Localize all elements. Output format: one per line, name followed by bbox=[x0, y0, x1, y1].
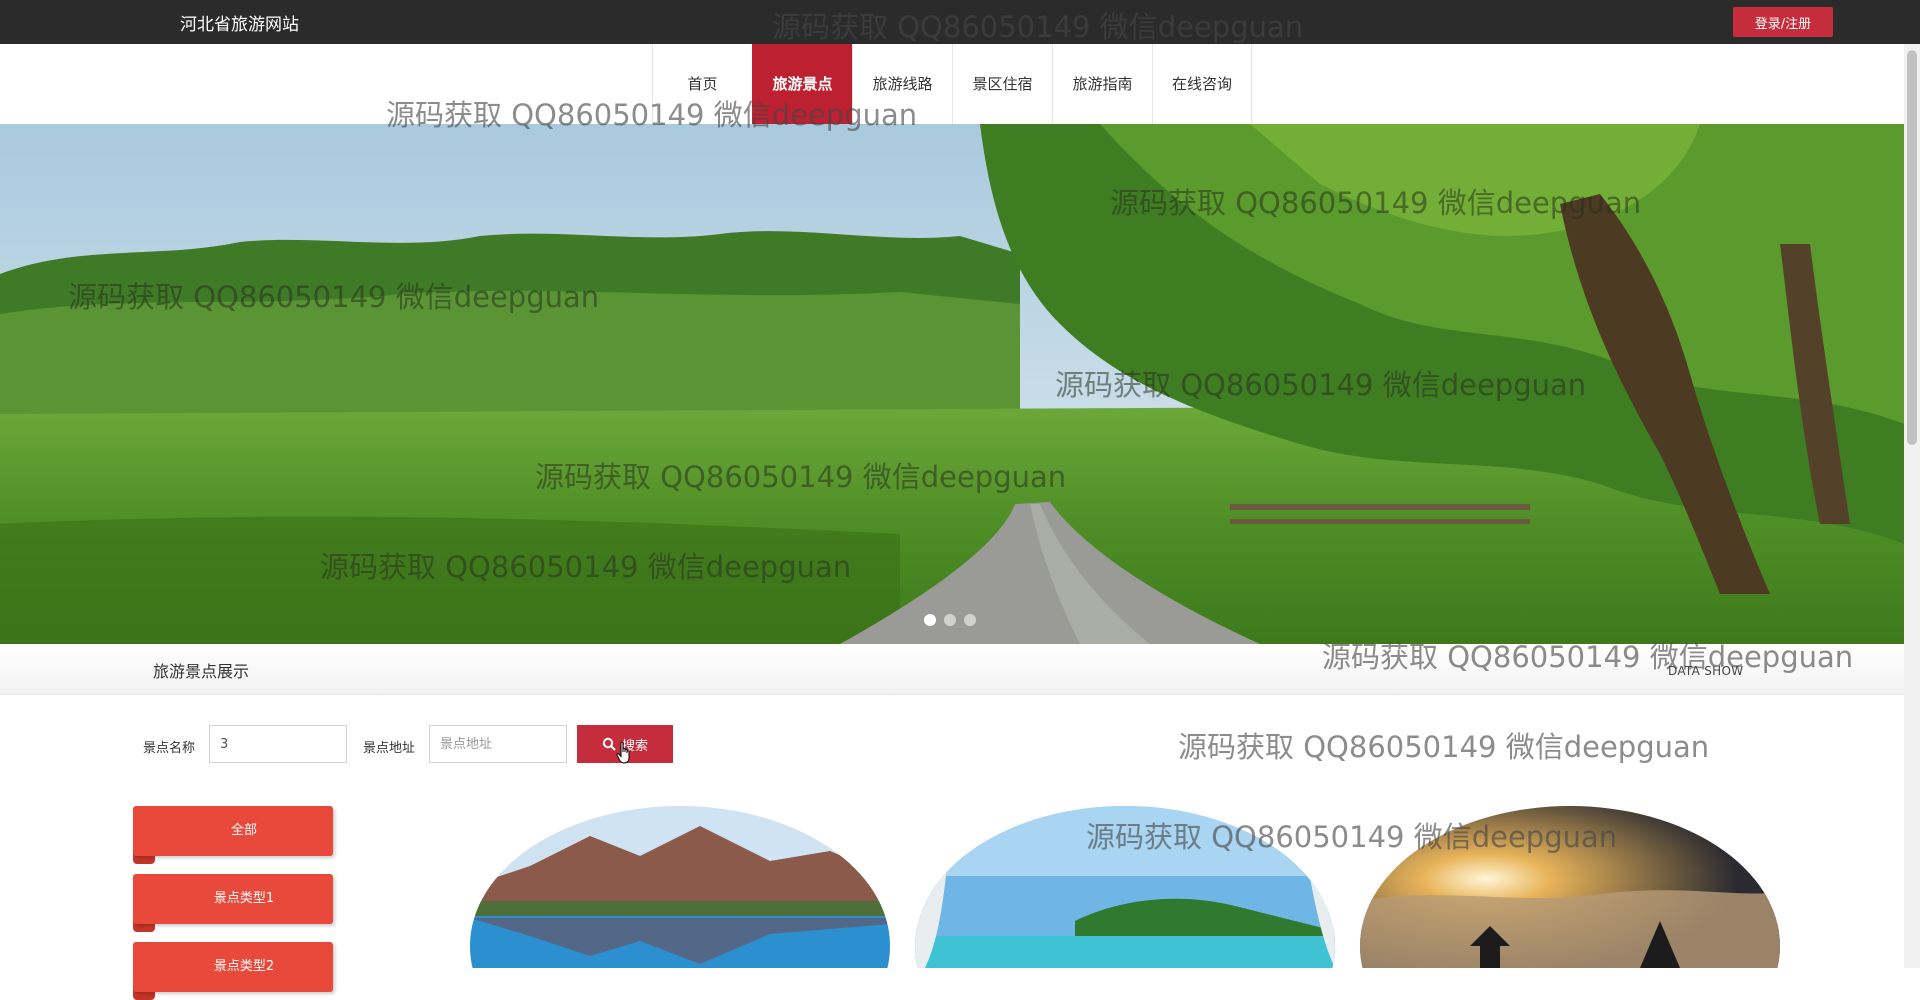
top-bar: 河北省旅游网站 登录/注册 bbox=[0, 0, 1920, 44]
nav-item-home[interactable]: 首页 bbox=[652, 44, 752, 124]
carousel-dot-1[interactable] bbox=[924, 614, 936, 626]
category-all[interactable]: 全部 bbox=[133, 806, 333, 864]
spot-image-sunrise bbox=[1360, 806, 1780, 968]
category-label: 景点类型2 bbox=[213, 959, 275, 974]
name-input[interactable] bbox=[209, 725, 347, 763]
scrollbar-thumb[interactable] bbox=[1907, 50, 1917, 445]
banner-carousel[interactable] bbox=[0, 124, 1904, 644]
spot-image-beach bbox=[915, 806, 1335, 968]
carousel-dot-3[interactable] bbox=[964, 614, 976, 626]
section-header: 旅游景点展示 DATA SHOW bbox=[0, 644, 1904, 695]
nav-item-consult[interactable]: 在线咨询 bbox=[1152, 44, 1252, 124]
nav-item-routes[interactable]: 旅游线路 bbox=[852, 44, 952, 124]
carousel-dot-2[interactable] bbox=[944, 614, 956, 626]
section-subtitle: DATA SHOW bbox=[1668, 664, 1744, 678]
main-nav: 首页 旅游景点 旅游线路 景区住宿 旅游指南 在线咨询 bbox=[652, 44, 1252, 124]
spot-image-lake bbox=[470, 806, 890, 968]
address-label: 景点地址 bbox=[363, 741, 416, 756]
nav-item-attractions[interactable]: 旅游景点 bbox=[752, 44, 852, 124]
login-register-button[interactable]: 登录/注册 bbox=[1733, 7, 1833, 37]
nav-item-guide[interactable]: 旅游指南 bbox=[1052, 44, 1152, 124]
hand-cursor-icon bbox=[616, 741, 630, 764]
category-type-1[interactable]: 景点类型1 bbox=[133, 874, 333, 932]
category-type-2[interactable]: 景点类型2 bbox=[133, 942, 333, 1000]
spot-card-1[interactable] bbox=[470, 806, 890, 968]
spot-card-3[interactable] bbox=[1360, 806, 1780, 968]
search-icon bbox=[602, 737, 616, 751]
search-form: 景点名称 景点地址 搜索 bbox=[0, 725, 1904, 765]
address-input[interactable] bbox=[429, 725, 567, 763]
nav-item-lodging[interactable]: 景区住宿 bbox=[952, 44, 1052, 124]
category-label: 全部 bbox=[230, 823, 257, 838]
banner-image bbox=[0, 124, 1904, 644]
name-label: 景点名称 bbox=[143, 741, 196, 756]
section-title: 旅游景点展示 bbox=[153, 662, 250, 681]
category-label: 景点类型1 bbox=[213, 891, 275, 906]
carousel-dots bbox=[924, 614, 976, 626]
site-title[interactable]: 河北省旅游网站 bbox=[180, 10, 299, 35]
spot-card-2[interactable] bbox=[915, 806, 1335, 968]
